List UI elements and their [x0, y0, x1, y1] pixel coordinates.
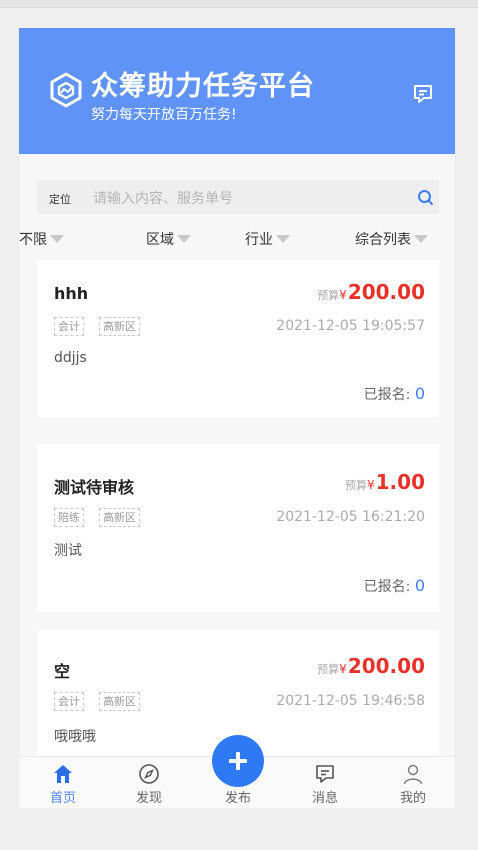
filter-label: 不限	[19, 232, 47, 248]
search-input[interactable]: 请输入内容、服务单号	[93, 188, 233, 208]
task-name: 空	[54, 662, 71, 681]
tab-label: 消息	[311, 791, 338, 806]
tab-home[interactable]: 首页	[33, 757, 93, 808]
task-tag: 高新区	[99, 317, 140, 336]
filter-unlimited[interactable]: 不限	[19, 229, 64, 249]
signup-count: 已报名: 0	[364, 576, 425, 596]
signup-count: 已报名: 0	[364, 384, 425, 404]
task-description: 测试	[54, 543, 82, 559]
triangle-down-icon	[414, 235, 428, 243]
task-description: 哦哦哦	[54, 729, 96, 745]
tab-profile[interactable]: 我的	[383, 757, 443, 808]
signup-number: 0	[414, 576, 425, 595]
task-time: 2021-12-05 16:21:20	[276, 509, 425, 525]
location-label[interactable]: 定位	[49, 191, 71, 207]
top-strip	[0, 0, 478, 8]
hexagon-logo-icon	[50, 72, 82, 108]
triangle-down-icon	[50, 235, 64, 243]
message-icon[interactable]	[411, 82, 435, 106]
task-budget: 预算¥1.00	[345, 470, 425, 494]
filter-label: 综合列表	[355, 232, 411, 248]
search-icon[interactable]	[417, 189, 434, 206]
task-budget: 预算¥200.00	[317, 654, 425, 678]
signup-number: 0	[414, 384, 425, 403]
tab-messages[interactable]: 消息	[295, 757, 355, 808]
task-tag: 会计	[54, 317, 84, 336]
budget-amount: 200.00	[347, 654, 425, 678]
task-description: ddjjs	[54, 350, 87, 366]
task-budget: 预算¥200.00	[317, 280, 425, 304]
filter-industry[interactable]: 行业	[245, 229, 290, 249]
signup-label: 已报名:	[363, 387, 411, 403]
currency-symbol: ¥	[367, 478, 375, 492]
filter-bar: 不限 区域 行业 综合列表	[19, 224, 455, 250]
page-title: 众筹助力任务平台	[91, 71, 315, 102]
triangle-down-icon	[276, 235, 290, 243]
task-tag: 高新区	[99, 508, 140, 527]
compass-icon	[139, 764, 159, 784]
filter-label: 行业	[245, 232, 273, 248]
filter-label: 区域	[146, 232, 174, 248]
task-time: 2021-12-05 19:05:57	[276, 318, 425, 334]
tab-label: 发布	[224, 791, 251, 806]
triangle-down-icon	[177, 235, 191, 243]
signup-label: 已报名:	[363, 579, 411, 595]
task-card[interactable]: 测试待审核 预算¥1.00 陪练 高新区 2021-12-05 16:21:20…	[37, 444, 439, 612]
user-icon	[403, 764, 423, 785]
app-screen: 众筹助力任务平台 努力每天开放百万任务! 定位 请输入内容、服务单号 不限 区域…	[18, 28, 456, 808]
filter-region[interactable]: 区域	[146, 229, 191, 249]
tab-label: 我的	[399, 791, 426, 806]
task-time: 2021-12-05 19:46:58	[276, 693, 425, 709]
task-name: 测试待审核	[54, 478, 135, 497]
budget-amount: 200.00	[347, 280, 425, 304]
task-card[interactable]: hhh 预算¥200.00 会计 高新区 2021-12-05 19:05:57…	[37, 260, 439, 417]
budget-label: 预算	[317, 663, 340, 676]
header-banner: 众筹助力任务平台 努力每天开放百万任务!	[19, 28, 455, 154]
task-tag: 高新区	[99, 692, 140, 711]
tab-discover[interactable]: 发现	[119, 757, 179, 808]
filter-sort[interactable]: 综合列表	[355, 229, 428, 249]
task-name: hhh	[54, 284, 89, 303]
home-icon	[54, 765, 72, 783]
budget-label: 预算	[317, 289, 340, 302]
task-tag: 会计	[54, 692, 84, 711]
search-bar[interactable]: 定位 请输入内容、服务单号	[37, 180, 439, 214]
task-tag: 陪练	[54, 508, 84, 527]
tab-label: 发现	[135, 791, 162, 806]
publish-button[interactable]	[212, 735, 264, 787]
tab-label: 首页	[49, 791, 76, 806]
currency-symbol: ¥	[339, 662, 347, 676]
currency-symbol: ¥	[339, 288, 347, 302]
budget-label: 预算	[345, 479, 367, 492]
message-icon	[316, 765, 334, 783]
page-subtitle: 努力每天开放百万任务!	[91, 107, 237, 123]
budget-amount: 1.00	[375, 470, 425, 494]
